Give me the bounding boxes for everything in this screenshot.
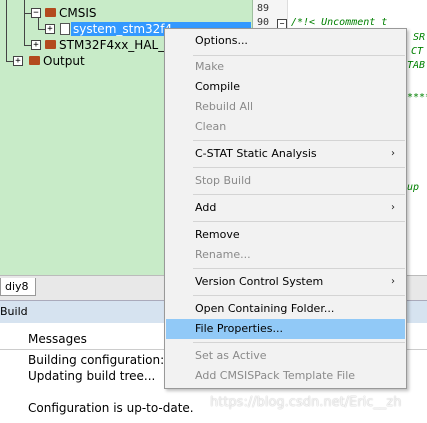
code-line: TAB [407,60,426,71]
line-number: 90 [257,17,270,28]
tree-item-cmsis[interactable]: CMSIS [59,6,97,20]
menu-item-label: Remove [195,228,240,241]
menu-item-set-as-active[interactable]: Set as Active [166,346,405,366]
folder-icon [29,56,40,65]
menu-item-rename[interactable]: Rename... [166,245,405,265]
line-number: 89 [257,3,270,14]
menu-item-version-control[interactable]: Version Control System › [166,272,405,292]
build-message: Configuration is up-to-date. [28,401,194,415]
menu-item-label: Add CMSISPack Template File [195,369,356,382]
file-icon [60,23,70,35]
menu-item-rebuild-all[interactable]: Rebuild All [166,97,405,117]
menu-separator [193,221,405,222]
tree-line [6,0,7,62]
menu-item-label: Stop Build [195,174,252,187]
tab-diy8[interactable]: diy8 [0,278,36,296]
menu-item-options[interactable]: Options... [166,31,405,51]
menu-item-make[interactable]: Make [166,57,405,77]
build-message: Updating build tree... [28,369,156,383]
tree-line [38,17,39,29]
menu-item-cstat[interactable]: C-STAT Static Analysis › [166,144,405,164]
menu-item-add[interactable]: Add › [166,198,405,218]
menu-separator [193,167,405,168]
menu-item-label: Make [195,60,224,73]
menu-item-label: Set as Active [195,349,267,362]
menu-item-label: File Properties... [195,322,283,335]
menu-item-open-containing-folder[interactable]: Open Containing Folder... [166,299,405,319]
watermark: https://blog.csdn.net/Eric__zh [210,395,402,410]
menu-item-label: Clean [195,120,227,133]
context-menu: Options... Make Compile Rebuild All Clea… [164,28,407,389]
menu-item-compile[interactable]: Compile [166,77,405,97]
menu-item-label: Options... [195,34,248,47]
menu-separator [193,342,405,343]
menu-separator [193,55,405,56]
menu-item-label: Version Control System [195,275,324,288]
menu-separator [193,140,405,141]
tree-line [24,0,25,46]
menu-item-label: Compile [195,80,240,93]
menu-separator [193,194,405,195]
menu-item-label: Open Containing Folder... [195,302,335,315]
code-line: up [407,182,420,193]
expand-icon[interactable]: + [13,56,23,66]
menu-item-label: Rebuild All [195,100,254,113]
expand-icon[interactable]: + [45,24,55,34]
chevron-right-icon: › [391,148,395,159]
build-panel-title: Build [0,305,28,318]
tree-item-output[interactable]: Output [43,54,85,68]
menu-item-label: Rename... [195,248,251,261]
chevron-right-icon: › [391,202,395,213]
collapse-icon[interactable]: − [31,8,41,18]
menu-item-add-cmsispack-template[interactable]: Add CMSISPack Template File [166,366,405,386]
menu-separator [193,268,405,269]
menu-item-stop-build[interactable]: Stop Build [166,171,405,191]
menu-item-label: Add [195,201,217,214]
code-line: SR [413,32,426,43]
messages-header-label: Messages [28,332,87,346]
build-message: Building configuration: diy [28,353,187,367]
menu-item-label: C-STAT Static Analysis [195,147,317,160]
expand-icon[interactable]: + [31,40,41,50]
folder-icon [45,40,56,49]
menu-item-file-properties[interactable]: File Properties... [166,319,405,339]
code-line: /*!< Uncomment t [291,17,388,28]
folder-icon [45,8,56,17]
menu-item-clean[interactable]: Clean [166,117,405,137]
chevron-right-icon: › [391,276,395,287]
menu-item-remove[interactable]: Remove [166,225,405,245]
code-line: **** [407,92,427,103]
code-line: CT [411,46,424,57]
menu-separator [193,295,405,296]
tree-item-stm32f4xx-hal[interactable]: STM32F4xx_HAL_I [59,38,168,52]
